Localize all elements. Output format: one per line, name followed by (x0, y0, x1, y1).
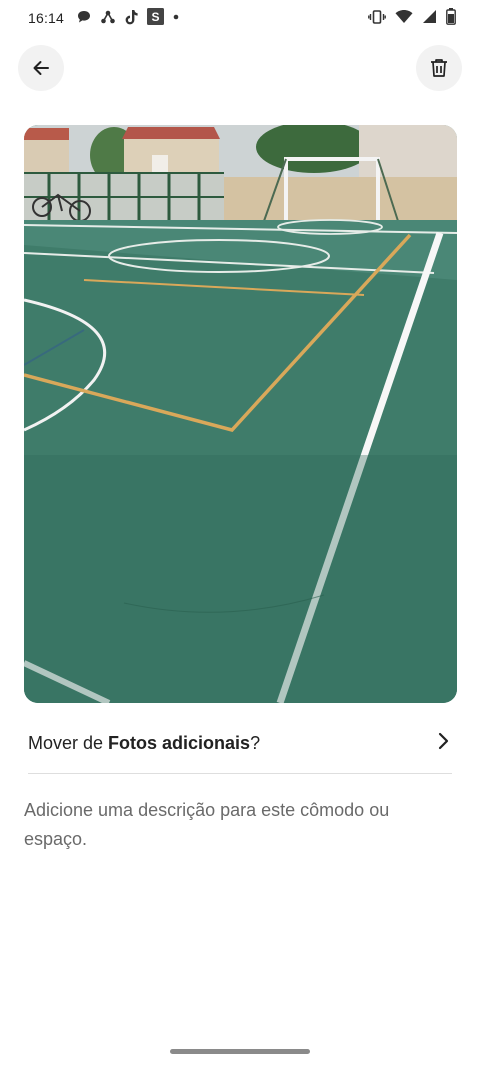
nodes-icon (101, 10, 115, 23)
chat-bubble-icon (78, 10, 90, 22)
trash-icon (431, 59, 447, 77)
room-photo[interactable] (24, 125, 457, 703)
vibrate-icon (368, 9, 386, 24)
move-suffix: ? (250, 733, 261, 753)
chevron-right-icon (438, 732, 449, 750)
dot-icon (173, 14, 179, 19)
status-bar: 16:14 S (0, 0, 480, 36)
notification-icons: S (76, 8, 180, 25)
signal-icon (423, 10, 436, 23)
wifi-icon (395, 10, 413, 23)
battery-icon (446, 8, 456, 25)
move-prefix: Mover de (28, 733, 109, 753)
home-indicator[interactable] (170, 1049, 310, 1054)
delete-button[interactable] (416, 45, 462, 91)
court-photo-image (24, 125, 457, 703)
tiktok-icon (125, 9, 138, 24)
back-button[interactable] (18, 45, 64, 91)
description-field[interactable]: Adicione uma descrição para este cômodo … (24, 796, 444, 854)
system-icons (368, 8, 456, 25)
s-app-icon: S (147, 8, 164, 25)
svg-text:S: S (151, 10, 159, 24)
status-time: 16:14 (28, 10, 65, 26)
arrow-left-icon (33, 61, 49, 75)
move-album-row[interactable]: Mover de Fotos adicionais? (28, 725, 452, 774)
album-name: Fotos adicionais (108, 733, 251, 753)
move-album-text: Mover de Fotos adicionais? (28, 733, 260, 754)
